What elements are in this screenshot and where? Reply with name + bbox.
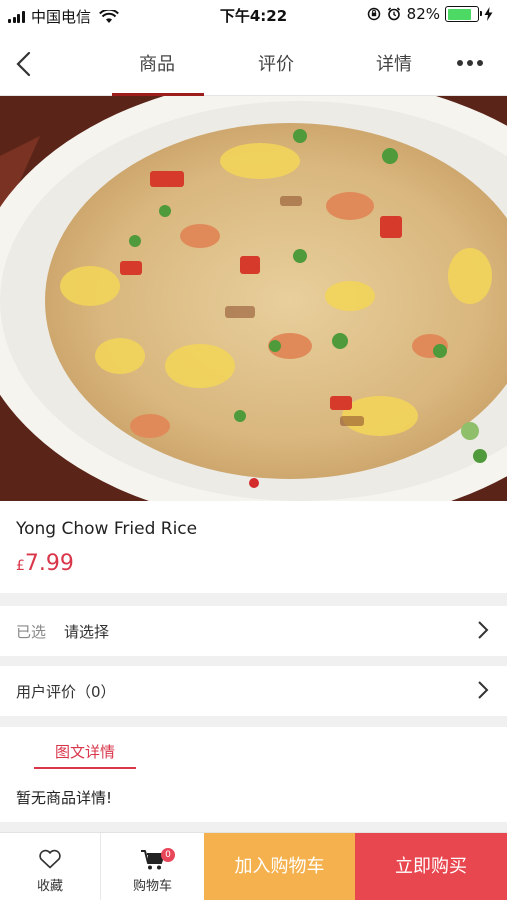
detail-section: 图文详情 暂无商品详情!: [0, 727, 507, 822]
carousel-page-indicator: [249, 478, 259, 488]
status-right: 82%: [367, 5, 499, 23]
selected-label: 已选: [16, 623, 47, 641]
no-details-message: 暂无商品详情!: [16, 789, 113, 807]
product-price: £7.99: [16, 551, 74, 576]
user-reviews-row[interactable]: 用户评价（0）: [0, 666, 507, 716]
battery-level-fill: [447, 8, 472, 20]
product-name: Yong Chow Fried Rice: [16, 519, 198, 539]
price-currency: £: [16, 558, 25, 574]
selected-value: 请选择: [64, 623, 110, 641]
battery-percent: 82%: [406, 5, 440, 23]
more-options-icon[interactable]: [453, 60, 483, 66]
battery-icon: [445, 6, 482, 22]
cart-count-badge: 0: [161, 848, 175, 862]
nav-bar: 商品 评价 详情: [0, 30, 507, 96]
cart-label: 购物车: [132, 879, 172, 894]
tab-details[interactable]: 详情: [376, 50, 412, 76]
bottom-action-bar: 收藏 0 购物车 加入购物车 立即购买: [0, 832, 507, 900]
status-bar: 中国电信 下午4:22 82%: [0, 0, 507, 30]
tab-reviews[interactable]: 评价: [258, 50, 294, 76]
product-info: Yong Chow Fried Rice £7.99: [0, 501, 507, 593]
tab-image-text-details[interactable]: 图文详情: [34, 741, 136, 762]
detail-tab-underline: [34, 767, 136, 769]
favorite-label: 收藏: [36, 879, 63, 894]
add-to-cart-button[interactable]: 加入购物车: [204, 833, 355, 900]
cart-button[interactable]: 0 购物车: [101, 833, 204, 900]
buy-now-button[interactable]: 立即购买: [355, 833, 507, 900]
spec-selection-row[interactable]: 已选 请选择: [0, 606, 507, 656]
back-arrow-icon[interactable]: [14, 50, 34, 78]
chevron-right-icon: [478, 681, 489, 699]
favorite-button[interactable]: 收藏: [0, 833, 101, 900]
product-image-carousel[interactable]: [0, 96, 507, 501]
alarm-icon: [387, 7, 400, 21]
user-reviews-label: 用户评价（0）: [16, 683, 116, 701]
fried-rice-image: [0, 96, 507, 501]
chevron-right-icon: [478, 621, 489, 639]
product-detail-page: 中国电信 下午4:22 82% 商品 评价 详情 Yong Chow Fried…: [0, 0, 507, 900]
charging-icon: [484, 7, 493, 21]
tab-products[interactable]: 商品: [139, 50, 175, 76]
rotation-lock-icon: [367, 7, 380, 21]
price-amount: 7.99: [24, 551, 74, 576]
heart-icon: [39, 849, 61, 869]
